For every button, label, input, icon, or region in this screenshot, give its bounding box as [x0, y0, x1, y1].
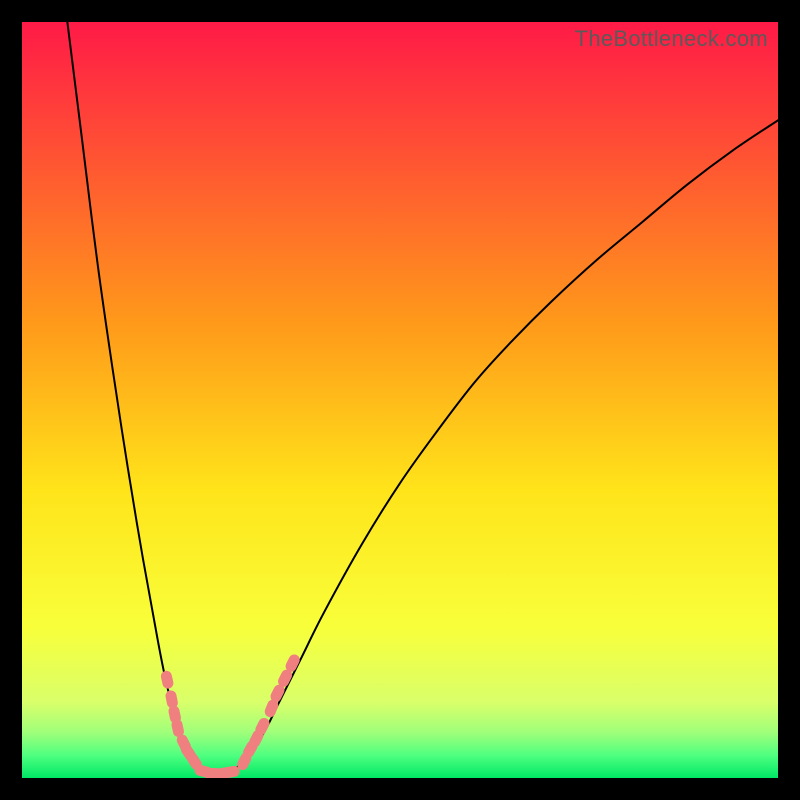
site-watermark: TheBottleneck.com [575, 26, 768, 52]
outer-black-border: TheBottleneck.com [0, 0, 800, 800]
gradient-background [22, 22, 778, 778]
plot-area: TheBottleneck.com [22, 22, 778, 778]
chart-svg [22, 22, 778, 778]
